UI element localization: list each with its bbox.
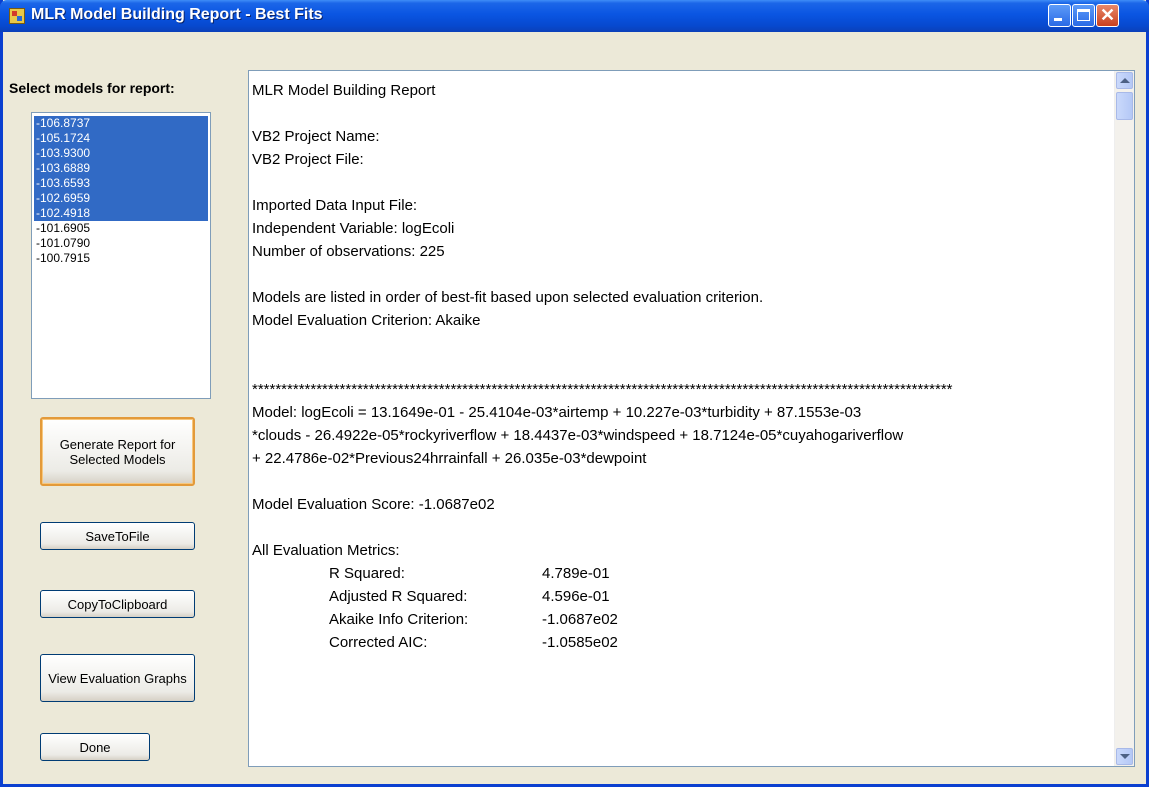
maximize-icon bbox=[1077, 9, 1090, 21]
independent-variable-line: Independent Variable: logEcoli bbox=[252, 220, 455, 237]
arrow-up-icon bbox=[1120, 78, 1130, 83]
metric-value: 4.789e-01 bbox=[542, 565, 610, 582]
report-content: MLR Model Building Report VB2 Project Na… bbox=[252, 79, 1112, 654]
metric-row: Adjusted R Squared: 4.596e-01 bbox=[252, 585, 1112, 608]
close-icon: ✕ bbox=[1099, 5, 1116, 25]
metric-name: Adjusted R Squared: bbox=[329, 588, 468, 605]
close-button[interactable]: ✕ bbox=[1096, 4, 1119, 27]
model-list-item[interactable]: -100.7915 bbox=[34, 251, 208, 266]
project-file-line: VB2 Project File: bbox=[252, 151, 364, 168]
metric-name: Akaike Info Criterion: bbox=[329, 611, 469, 628]
save-to-file-button[interactable]: SaveToFile bbox=[40, 522, 195, 550]
separator-line: ****************************************… bbox=[252, 381, 953, 398]
criterion-line: Model Evaluation Criterion: Akaike bbox=[252, 312, 481, 329]
done-button[interactable]: Done bbox=[40, 733, 150, 761]
models-listbox[interactable]: -106.8737 -105.1724 -103.9300 -103.6889 … bbox=[31, 112, 211, 399]
report-window: MLR Model Building Report - Best Fits ✕ … bbox=[0, 0, 1149, 787]
observations-line: Number of observations: 225 bbox=[252, 243, 445, 260]
minimize-button[interactable] bbox=[1048, 4, 1071, 27]
metric-name: R Squared: bbox=[329, 565, 405, 582]
models-label: Select models for report: bbox=[9, 80, 175, 96]
model-equation-line: + 22.4786e-02*Previous24hrrainfall + 26.… bbox=[252, 450, 647, 467]
minimize-icon bbox=[1054, 18, 1062, 21]
model-list-item[interactable]: -103.6889 bbox=[34, 161, 208, 176]
app-icon bbox=[9, 8, 25, 24]
model-list-item[interactable]: -102.6959 bbox=[34, 191, 208, 206]
score-line: Model Evaluation Score: -1.0687e02 bbox=[252, 496, 495, 513]
metrics-heading: All Evaluation Metrics: bbox=[252, 542, 400, 559]
metric-row: Corrected AIC: -1.0585e02 bbox=[252, 631, 1112, 654]
metric-value: -1.0585e02 bbox=[542, 634, 618, 651]
scroll-down-button[interactable] bbox=[1116, 748, 1133, 765]
report-title: MLR Model Building Report bbox=[252, 82, 436, 99]
generate-report-button[interactable]: Generate Report for Selected Models bbox=[40, 417, 195, 486]
metric-value: -1.0687e02 bbox=[542, 611, 618, 628]
model-list-item[interactable]: -101.6905 bbox=[34, 221, 208, 236]
input-file-line: Imported Data Input File: bbox=[252, 197, 418, 214]
arrow-down-icon bbox=[1120, 754, 1130, 759]
window-title: MLR Model Building Report - Best Fits bbox=[31, 6, 323, 23]
model-list-item[interactable]: -106.8737 bbox=[34, 116, 208, 131]
model-list-item[interactable]: -105.1724 bbox=[34, 131, 208, 146]
model-list-item[interactable]: -102.4918 bbox=[34, 206, 208, 221]
scroll-thumb[interactable] bbox=[1116, 92, 1133, 120]
copy-to-clipboard-button[interactable]: CopyToClipboard bbox=[40, 590, 195, 618]
model-list-item[interactable]: -103.9300 bbox=[34, 146, 208, 161]
maximize-button[interactable] bbox=[1072, 4, 1095, 27]
view-evaluation-graphs-button[interactable]: View Evaluation Graphs bbox=[40, 654, 195, 702]
metric-row: Akaike Info Criterion: -1.0687e02 bbox=[252, 608, 1112, 631]
model-list-item[interactable]: -103.6593 bbox=[34, 176, 208, 191]
project-name-line: VB2 Project Name: bbox=[252, 128, 380, 145]
metric-value: 4.596e-01 bbox=[542, 588, 610, 605]
report-textbox[interactable]: MLR Model Building Report VB2 Project Na… bbox=[248, 70, 1135, 767]
metric-name: Corrected AIC: bbox=[329, 634, 428, 651]
report-scrollbar[interactable] bbox=[1114, 71, 1134, 766]
model-equation-line: *clouds - 26.4922e-05*rockyriverflow + 1… bbox=[252, 427, 904, 444]
model-list-item[interactable]: -101.0790 bbox=[34, 236, 208, 251]
scroll-up-button[interactable] bbox=[1116, 72, 1133, 89]
metric-row: R Squared: 4.789e-01 bbox=[252, 562, 1112, 585]
model-equation-line: Model: logEcoli = 13.1649e-01 - 25.4104e… bbox=[252, 404, 862, 421]
ordering-note-line: Models are listed in order of best-fit b… bbox=[252, 289, 764, 306]
title-bar[interactable]: MLR Model Building Report - Best Fits ✕ bbox=[0, 0, 1149, 32]
